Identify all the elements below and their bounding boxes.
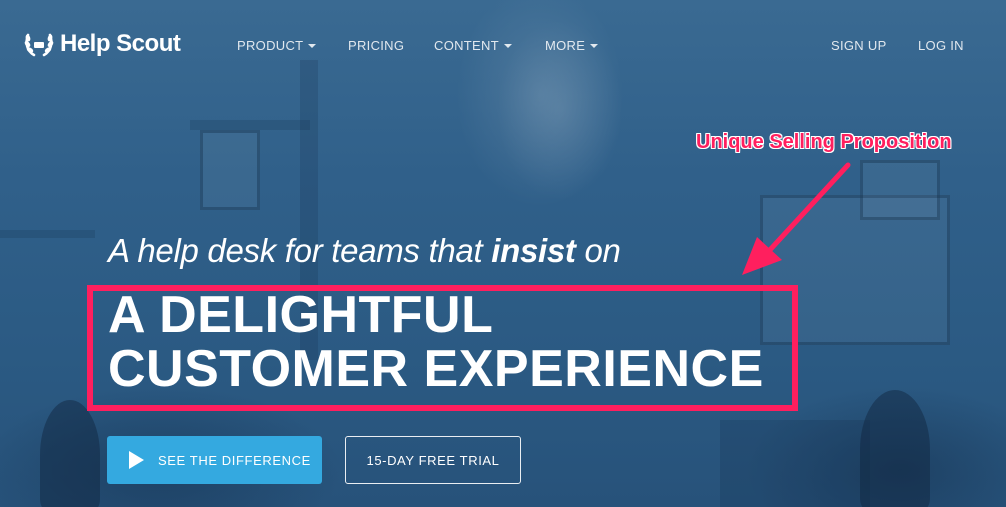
nav-item-content[interactable]: CONTENT [434,38,512,53]
headline-line-1: A DELIGHTFUL [108,286,494,344]
nav-item-pricing[interactable]: PRICING [348,38,404,53]
button-label: 15-DAY FREE TRIAL [366,452,500,468]
caret-down-icon [590,44,599,48]
see-the-difference-button[interactable]: SEE THE DIFFERENCE [107,436,322,484]
nav-item-label: CONTENT [434,38,499,53]
button-label: SEE THE DIFFERENCE [158,452,311,468]
usp-annotation-label: Unique Selling Proposition [696,131,952,153]
nav-item-label: MORE [545,38,586,53]
brand-logo[interactable]: Help Scout [24,30,181,58]
headline-line-2: CUSTOMER EXPERIENCE [108,340,764,398]
sign-up-link[interactable]: SIGN UP [831,38,887,53]
top-navigation: Help Scout PRODUCT PRICING CONTENT MORE … [0,0,1006,90]
caret-down-icon [503,44,512,48]
tagline-text-end: on [575,232,621,269]
log-in-link[interactable]: LOG IN [918,38,964,53]
tagline-text: A help desk for teams that [108,232,492,269]
nav-item-label: PRODUCT [237,38,304,53]
caret-down-icon [308,44,317,48]
hero-headline: A DELIGHTFUL CUSTOMER EXPERIENCE [108,288,764,396]
laurel-wreath-icon [24,33,54,57]
nav-item-more[interactable]: MORE [545,38,599,53]
brand-name: Help Scout [60,30,181,57]
hero-tagline: A help desk for teams that insist on [108,232,621,270]
free-trial-button[interactable]: 15-DAY FREE TRIAL [345,436,521,484]
tagline-emphasis: insist [491,232,576,269]
nav-item-label: PRICING [348,38,405,53]
nav-item-product[interactable]: PRODUCT [237,38,317,53]
play-icon [129,451,144,469]
